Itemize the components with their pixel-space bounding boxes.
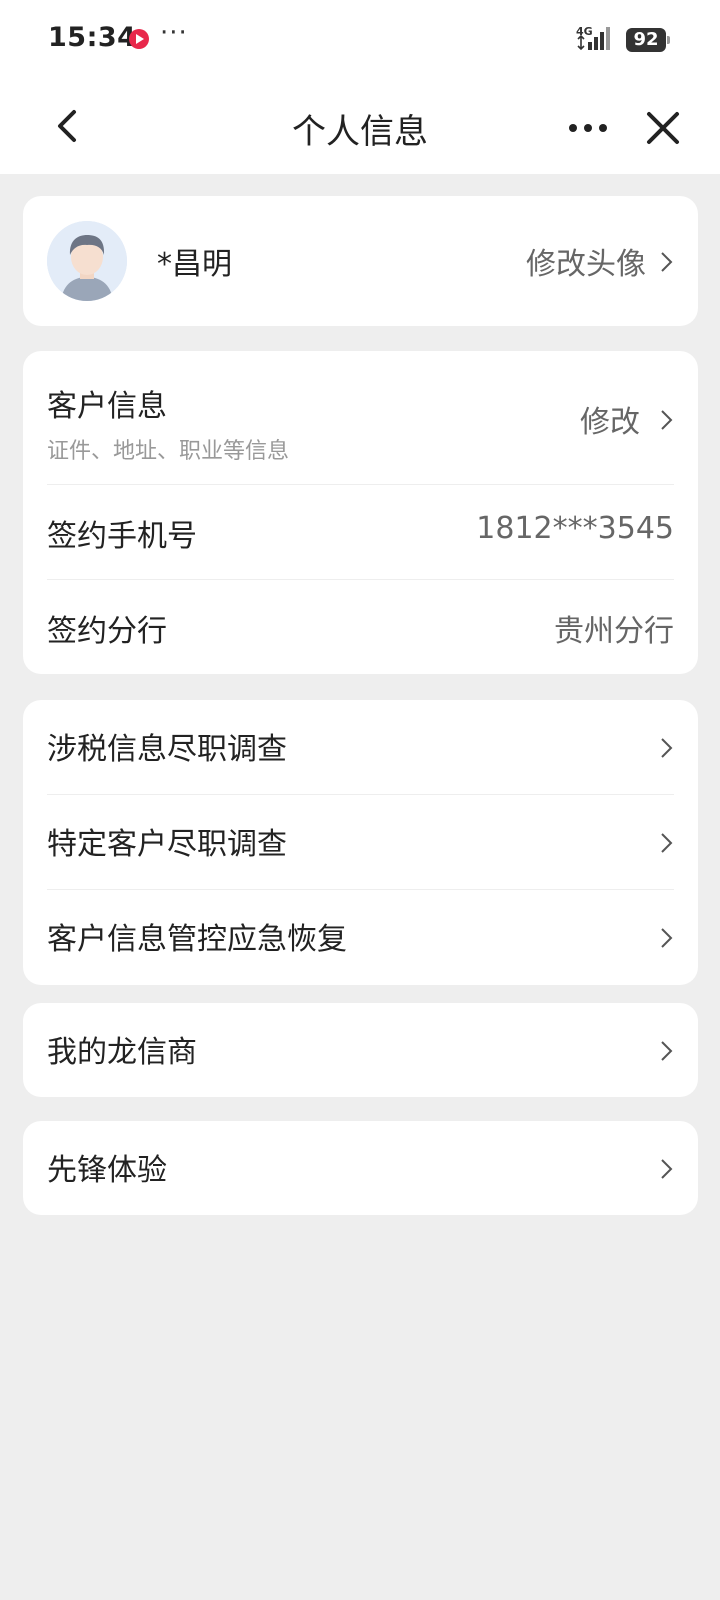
more-dots-icon: ··· [160, 18, 188, 48]
dealer-card[interactable]: 我的龙信商 [23, 1003, 698, 1097]
list-item-label: 我的龙信商 [47, 1035, 197, 1070]
more-icon[interactable] [566, 108, 610, 148]
network-type: 4G [576, 25, 593, 38]
profile-card[interactable]: *昌明 修改头像 [23, 196, 698, 326]
chevron-right-icon [661, 738, 673, 758]
battery-icon: 92 [626, 28, 670, 52]
status-bar: 15:34 ··· 4G 92 [0, 0, 720, 80]
chevron-right-icon [661, 833, 673, 853]
branch-value: 贵州分行 [554, 614, 674, 649]
list-item-specific-customer-due-diligence[interactable]: 特定客户尽职调查 [47, 795, 674, 889]
chevron-right-icon [661, 410, 673, 430]
chevron-right-icon [661, 252, 673, 272]
account-info-card: 客户信息 证件、地址、职业等信息 修改 签约手机号 1812***3545 签约… [23, 351, 698, 674]
status-time: 15:34 [48, 22, 137, 53]
page-title: 个人信息 [292, 112, 428, 152]
customer-info-label: 客户信息 [47, 389, 167, 424]
list-item-pioneer-experience[interactable]: 先锋体验 [47, 1121, 674, 1215]
branch-row: 签约分行 贵州分行 [47, 580, 674, 674]
change-avatar-link[interactable]: 修改头像 [526, 239, 646, 283]
customer-info-edit[interactable]: 修改 [580, 397, 640, 441]
list-item-label: 涉税信息尽职调查 [47, 732, 287, 767]
navigation-bar: 个人信息 [0, 80, 720, 174]
user-avatar-icon [47, 221, 127, 301]
user-name: *昌明 [157, 247, 232, 282]
signal-icon: 4G [576, 25, 610, 51]
phone-row: 签约手机号 1812***3545 [47, 485, 674, 579]
pioneer-card[interactable]: 先锋体验 [23, 1121, 698, 1215]
chevron-right-icon [661, 1159, 673, 1179]
phone-label: 签约手机号 [47, 519, 197, 554]
customer-info-subtitle: 证件、地址、职业等信息 [47, 439, 290, 464]
list-item-label: 先锋体验 [47, 1153, 167, 1188]
close-icon[interactable] [643, 106, 683, 150]
list-item-info-emergency-recovery[interactable]: 客户信息管控应急恢复 [47, 890, 674, 984]
list-item-my-dealer[interactable]: 我的龙信商 [47, 1003, 674, 1097]
list-item-label: 特定客户尽职调查 [47, 827, 287, 862]
chevron-right-icon [661, 1041, 673, 1061]
list-item-tax-due-diligence[interactable]: 涉税信息尽职调查 [47, 700, 674, 794]
customer-info-row[interactable]: 客户信息 证件、地址、职业等信息 修改 [47, 351, 674, 484]
avatar[interactable] [47, 221, 127, 301]
phone-value: 1812***3545 [476, 511, 674, 546]
branch-label: 签约分行 [47, 614, 167, 649]
compliance-card: 涉税信息尽职调查 特定客户尽职调查 客户信息管控应急恢复 [23, 700, 698, 985]
list-item-label: 客户信息管控应急恢复 [47, 922, 347, 957]
app-notification-icon [129, 29, 149, 49]
chevron-right-icon [661, 928, 673, 948]
